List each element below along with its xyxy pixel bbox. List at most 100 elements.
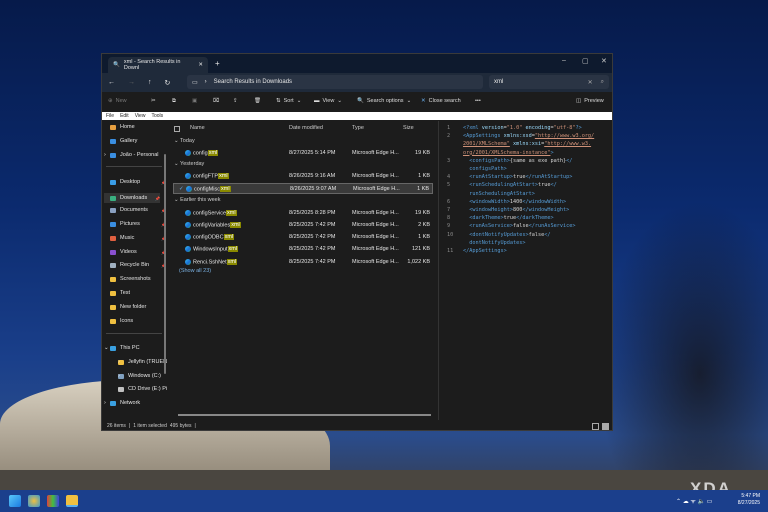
menu-file[interactable]: File: [106, 113, 114, 119]
paint-app-icon[interactable]: [28, 495, 40, 507]
back-icon[interactable]: ←: [108, 79, 115, 86]
forward-icon[interactable]: →: [128, 79, 135, 86]
close-tab-icon[interactable]: ✕: [198, 62, 203, 68]
new-button[interactable]: ⊕New: [108, 98, 127, 104]
file-type: Microsoft Edge H...: [352, 234, 399, 240]
preview-button[interactable]: ◫Preview: [576, 98, 604, 104]
start-icon[interactable]: [9, 495, 21, 507]
sort-button[interactable]: ⇅Sort⌄: [276, 98, 301, 104]
file-row[interactable]: configVariablesxml8/25/2025 7:42 PMMicro…: [173, 220, 433, 231]
group-earlier[interactable]: ⌄ Earlier this week: [174, 197, 221, 203]
sidebar-item[interactable]: ⌄This PC: [110, 345, 166, 351]
sidebar-scrollbar[interactable]: [164, 154, 166, 374]
horizontal-scrollbar[interactable]: [178, 414, 431, 416]
menu-view[interactable]: View: [135, 113, 146, 119]
search-icon[interactable]: ⌕: [601, 79, 604, 86]
file-date: 8/26/2025 9:07 AM: [290, 186, 336, 192]
clock[interactable]: 5:47 PM 8/27/2025: [738, 493, 760, 507]
search-options-button[interactable]: 🔍Search options⌄: [357, 98, 411, 104]
select-all-checkbox[interactable]: [174, 126, 180, 132]
column-size[interactable]: Size: [403, 125, 414, 131]
folder-icon: [110, 319, 116, 324]
sidebar-item[interactable]: Music📌: [110, 235, 166, 241]
delete-icon[interactable]: 🗑: [254, 98, 261, 104]
file-row[interactable]: configODBCxml8/25/2025 7:42 PMMicrosoft …: [173, 232, 433, 243]
sidebar-item[interactable]: Home: [110, 124, 166, 130]
file-row[interactable]: configServicexml8/25/2025 8:28 PMMicroso…: [173, 208, 433, 219]
sidebar-item[interactable]: Documents📌: [110, 207, 166, 213]
app-icon[interactable]: [47, 495, 59, 507]
column-date[interactable]: Date modified: [289, 125, 323, 131]
minimize-button[interactable]: –: [562, 57, 566, 64]
up-icon[interactable]: ↑: [148, 79, 152, 86]
search-options-label: Search options: [367, 98, 404, 104]
tiles-view-button[interactable]: [602, 423, 609, 430]
search-icon: 🔍: [113, 62, 120, 68]
file-date: 8/25/2025 7:42 PM: [289, 222, 335, 228]
sidebar-item-label: This PC: [120, 345, 140, 351]
sidebar-item[interactable]: ›Network: [110, 400, 166, 406]
expand-chevron-icon[interactable]: ›: [104, 152, 106, 158]
paste-icon[interactable]: ▣: [192, 98, 197, 104]
cut-icon[interactable]: ✂: [151, 98, 156, 104]
address-bar[interactable]: ▭› Search Results in Downloads: [187, 75, 483, 89]
maximize-button[interactable]: ▢: [582, 57, 589, 65]
sidebar-item[interactable]: Desktop📌: [110, 179, 166, 185]
expand-chevron-icon[interactable]: ›: [118, 386, 120, 392]
file-row[interactable]: ✓configMiscxml8/26/2025 9:07 AMMicrosoft…: [173, 183, 433, 194]
expand-chevron-icon[interactable]: ›: [118, 359, 120, 365]
details-view-button[interactable]: [592, 423, 599, 430]
more-button[interactable]: •••: [475, 98, 481, 104]
sidebar-item-label: Icons: [120, 318, 133, 324]
file-row[interactable]: configxml8/27/2025 5:14 PMMicrosoft Edge…: [173, 148, 433, 159]
file-row[interactable]: configFTPxml8/26/2025 9:16 AMMicrosoft E…: [173, 171, 433, 182]
sidebar-item[interactable]: ›CD Drive (E:) Pi: [118, 386, 174, 392]
sidebar-item-label: New folder: [120, 304, 146, 310]
edge-file-icon: [185, 222, 191, 228]
sidebar-item[interactable]: Pictures📌: [110, 221, 166, 227]
sidebar-item[interactable]: ›João - Personal: [110, 152, 166, 158]
tab-search-results[interactable]: 🔍 xml - Search Results in Downl ✕: [108, 57, 208, 73]
sidebar-item[interactable]: Recycle Bin📌: [110, 262, 166, 268]
search-input[interactable]: xml ✕⌕: [489, 75, 609, 89]
file-type: Microsoft Edge H...: [352, 246, 399, 252]
group-yesterday[interactable]: ⌄ Yesterday: [174, 161, 204, 167]
sidebar-item[interactable]: New folder: [110, 304, 166, 310]
edge-file-icon: [185, 246, 191, 252]
code-line: <configsPath>{same as exe path}</: [463, 158, 613, 164]
file-size: 19 KB: [415, 150, 430, 156]
sidebar-item[interactable]: Icons: [110, 318, 166, 324]
rename-icon[interactable]: ⌧: [213, 98, 219, 104]
new-tab-button[interactable]: +: [215, 59, 220, 68]
line-number: 2: [447, 133, 450, 139]
sidebar-item[interactable]: Test: [110, 290, 166, 296]
sidebar-item[interactable]: ›Windows (C:): [118, 373, 174, 379]
tray-icons[interactable]: ⌃ ☁ ᯤ 🔈 ▭: [676, 497, 712, 505]
sidebar-item[interactable]: Gallery: [110, 138, 166, 144]
clear-search-icon[interactable]: ✕: [588, 79, 593, 86]
row-checkbox[interactable]: ✓: [179, 186, 184, 192]
expand-chevron-icon[interactable]: ⌄: [104, 345, 109, 351]
expand-chevron-icon[interactable]: ›: [104, 400, 106, 406]
sidebar-item[interactable]: Downloads📌: [104, 193, 160, 203]
close-search-button[interactable]: ✕Close search: [421, 98, 461, 104]
copy-icon[interactable]: ⧉: [172, 98, 176, 105]
sidebar-item[interactable]: Screenshots: [110, 276, 166, 282]
close-window-button[interactable]: ✕: [601, 57, 607, 65]
show-all-link[interactable]: (Show all 23): [179, 268, 211, 274]
group-today[interactable]: ⌄ Today: [174, 138, 195, 144]
file-row[interactable]: WindowsInputxml8/25/2025 7:42 PMMicrosof…: [173, 244, 433, 255]
file-date: 8/25/2025 7:42 PM: [289, 259, 335, 265]
share-icon[interactable]: ⇪: [233, 98, 238, 104]
file-explorer-taskbar-icon[interactable]: [66, 495, 78, 507]
file-row[interactable]: Renci.SshNetxml8/25/2025 7:42 PMMicrosof…: [173, 257, 433, 268]
sidebar-item[interactable]: Videos📌: [110, 249, 166, 255]
code-line: <runAsService>false</runAsService>: [463, 223, 613, 229]
view-button[interactable]: ▬View⌄: [314, 98, 342, 104]
column-name[interactable]: Name: [190, 125, 205, 131]
menu-tools[interactable]: Tools: [151, 113, 163, 119]
column-type[interactable]: Type: [352, 125, 364, 131]
menu-edit[interactable]: Edit: [120, 113, 129, 119]
expand-chevron-icon[interactable]: ›: [118, 373, 120, 379]
refresh-icon[interactable]: ↻: [165, 79, 171, 87]
